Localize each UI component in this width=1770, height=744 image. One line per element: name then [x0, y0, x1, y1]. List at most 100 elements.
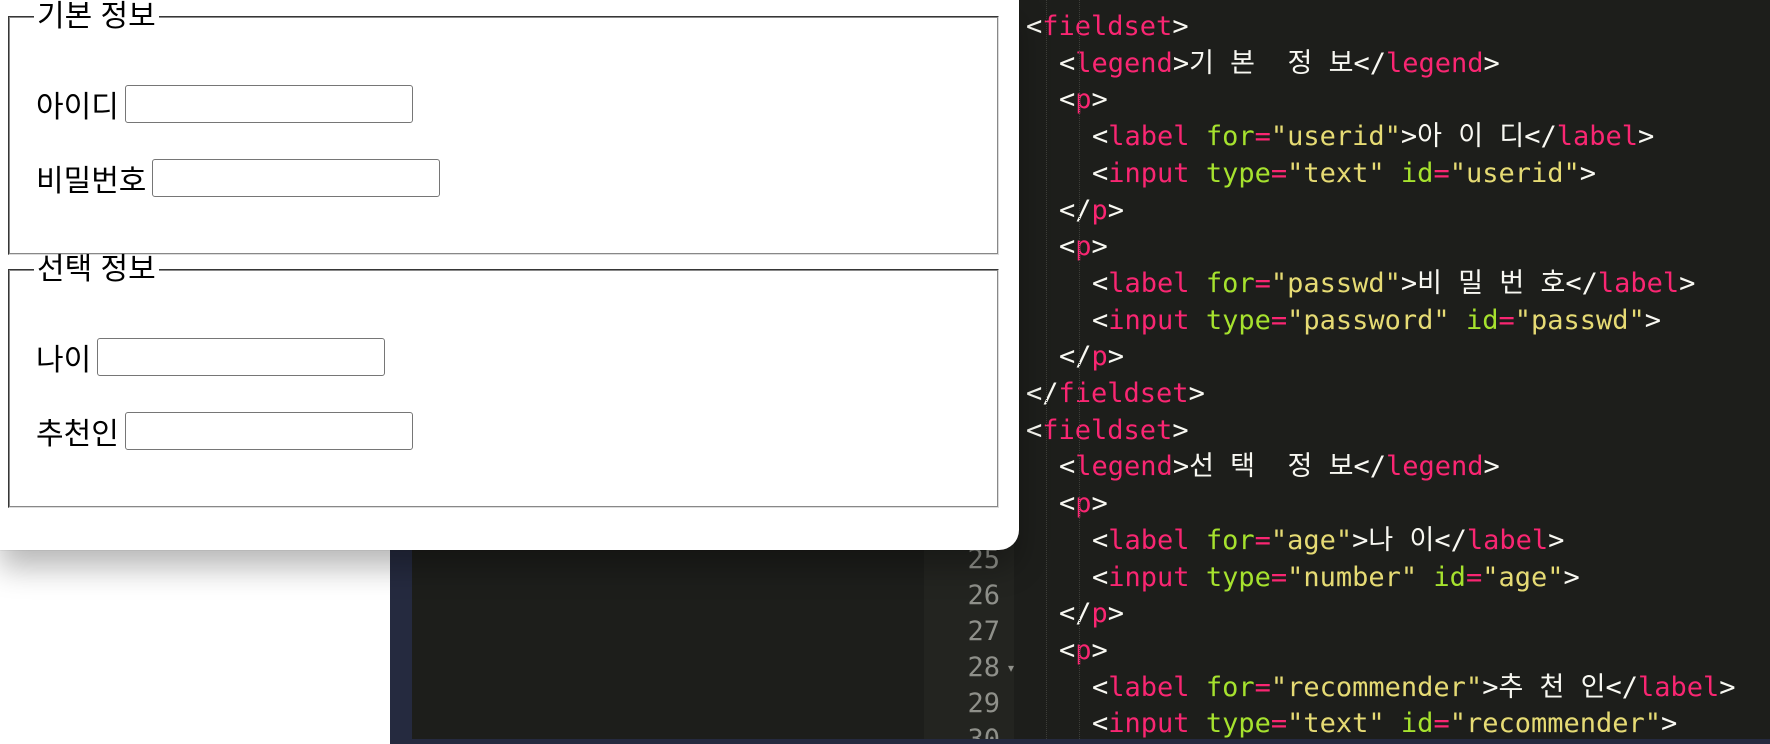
code-token: legend — [1385, 47, 1484, 79]
code-line: <label for="passwd">비 밀 번 호</label> — [1092, 265, 1695, 302]
code-token: input — [1108, 157, 1190, 189]
code-token: < — [1092, 561, 1109, 593]
editor-status-strip — [390, 739, 1770, 744]
code-token: > — [1091, 84, 1108, 116]
code-token: legend — [1075, 451, 1173, 483]
code-token: </ — [1026, 378, 1059, 409]
code-token: = — [1270, 708, 1288, 740]
code-token: > — [1563, 561, 1580, 593]
code-token: > — [1548, 524, 1565, 556]
code-token: </ — [1524, 121, 1557, 153]
recommender-input[interactable] — [124, 412, 413, 450]
label-recommender: 추천인 — [36, 418, 119, 451]
code-token: > — [1719, 671, 1736, 703]
code-token: p — [1075, 488, 1092, 520]
line-number: 27 — [967, 616, 1000, 647]
indent-guide — [1079, 0, 1081, 739]
code-line: <p> — [1059, 228, 1108, 265]
code-token: "text" — [1287, 157, 1385, 189]
code-line: <legend>기 본 정 보</legend> — [1059, 45, 1500, 82]
code-token: > — [1172, 414, 1189, 446]
code-token: > — [1482, 671, 1499, 703]
code-token: label — [1108, 671, 1190, 703]
code-token: label — [1108, 524, 1190, 556]
code-token: 비 밀 번 호 — [1417, 267, 1566, 299]
code-token: "text" — [1287, 708, 1385, 740]
code-line: <label for="recommender">추 천 인</label> — [1092, 669, 1736, 706]
code-line: <input type="text" id="userid"> — [1092, 155, 1596, 192]
code-token: "recommender" — [1270, 671, 1483, 703]
field-row-recommender: 추천인 — [36, 409, 413, 453]
code-token: < — [1059, 488, 1076, 520]
field-row-passwd: 비밀번호 — [36, 156, 441, 200]
code-token: > — [1483, 451, 1500, 483]
code-line: <label for="userid">아 이 디</label> — [1092, 118, 1654, 155]
code-token: label — [1597, 267, 1680, 299]
code-token: < — [1092, 267, 1109, 299]
code-token: = — [1254, 267, 1271, 299]
code-token: > — [1638, 121, 1655, 153]
code-token: type — [1205, 708, 1271, 740]
code-area[interactable]: <fieldset> <legend>기 본 정 보</legend> <p> <la… — [1014, 0, 1770, 739]
code-token: p — [1091, 598, 1108, 630]
code-token: = — [1270, 157, 1288, 189]
userid-input[interactable] — [124, 85, 413, 123]
code-token: id — [1465, 304, 1499, 336]
code-token: > — [1172, 11, 1189, 42]
code-token: type — [1205, 561, 1271, 593]
code-token: > — [1091, 488, 1108, 520]
code-line: <input type="password" id="passwd"> — [1092, 302, 1661, 339]
code-line: </fieldset> — [1026, 375, 1205, 412]
code-token: 나 이 — [1368, 524, 1435, 556]
code-token: p — [1075, 231, 1092, 263]
legend-optional-info: 선택 정보 — [37, 253, 156, 286]
code-line: </p> — [1059, 595, 1124, 632]
code-token: > — [1091, 634, 1108, 666]
code-token: > — [1400, 267, 1418, 299]
code-token: p — [1075, 84, 1092, 116]
code-token: input — [1108, 708, 1190, 740]
code-token: > — [1188, 378, 1205, 409]
code-token: legend — [1075, 47, 1173, 79]
code-token: < — [1092, 524, 1109, 556]
code-line: <fieldset> — [1026, 8, 1189, 45]
code-line: <input type="text" id="recommender"> — [1092, 705, 1677, 742]
code-token: "passwd" — [1270, 267, 1401, 299]
code-token: = — [1433, 157, 1450, 189]
code-token: label — [1638, 671, 1720, 703]
line-number: 28 — [967, 652, 1000, 683]
code-token: label — [1556, 121, 1638, 153]
code-token: "recommender" — [1449, 708, 1662, 740]
code-token: < — [1059, 634, 1076, 666]
code-token: = — [1270, 561, 1288, 593]
code-token: < — [1092, 671, 1109, 703]
indent-guide — [1046, 0, 1048, 739]
age-input[interactable] — [97, 338, 386, 376]
fieldset-optional-info: 선택 정보 나이 추천인 — [8, 255, 999, 508]
code-token: "number" — [1287, 561, 1418, 593]
code-token: id — [1400, 708, 1434, 740]
code-token: </ — [1059, 598, 1092, 630]
label-age: 나이 — [36, 344, 92, 377]
code-token: "password" — [1287, 304, 1450, 336]
code-token: </ — [1059, 194, 1092, 226]
code-token: = — [1498, 304, 1515, 336]
code-line: <input type="number" id="age"> — [1092, 559, 1580, 596]
code-token: < — [1092, 121, 1109, 153]
code-token: 아 이 디 — [1417, 121, 1525, 153]
code-token: </ — [1059, 341, 1092, 373]
code-token: "userid" — [1449, 157, 1580, 189]
passwd-input[interactable] — [152, 159, 441, 197]
code-token: 선 택 정 보 — [1189, 451, 1354, 483]
code-token: < — [1059, 47, 1076, 79]
code-token: for — [1205, 121, 1255, 153]
code-token: > — [1107, 598, 1125, 630]
line-number: 29 — [967, 688, 1000, 719]
